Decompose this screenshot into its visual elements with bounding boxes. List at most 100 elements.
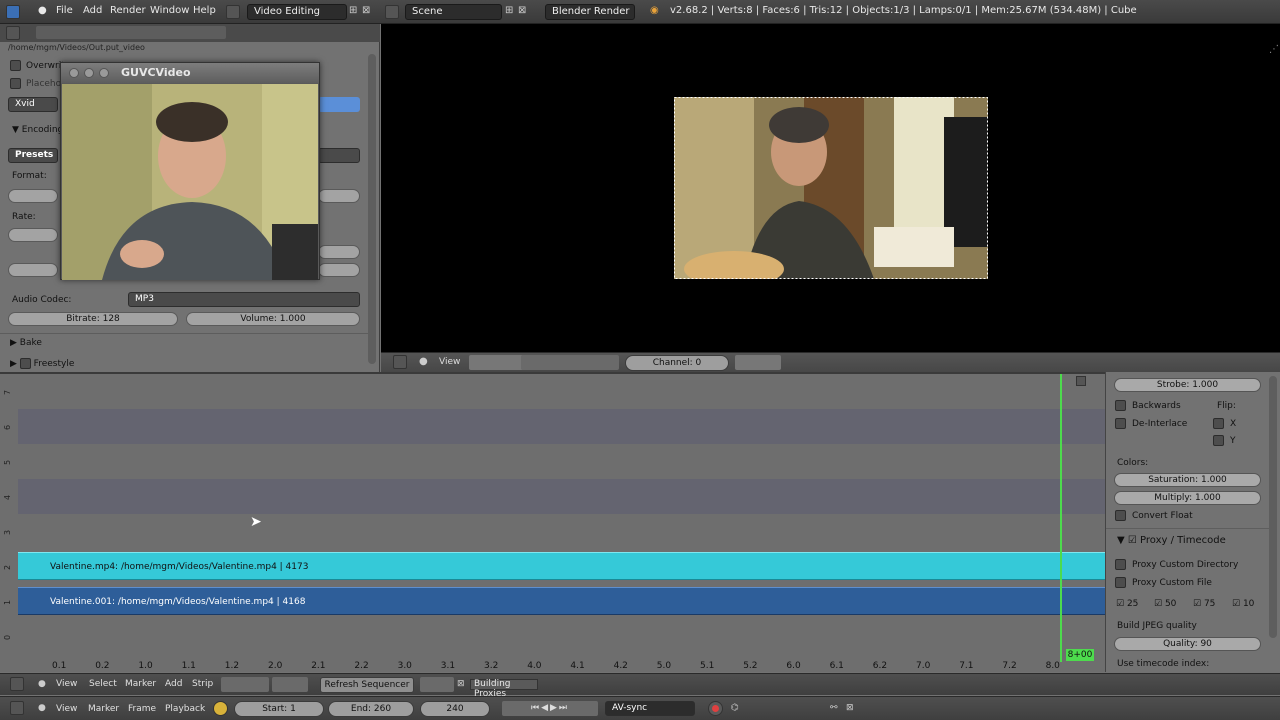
menu-window[interactable]: Window bbox=[150, 5, 189, 16]
add-layout-icon[interactable]: ⊞ bbox=[349, 5, 357, 16]
maximize-icon[interactable] bbox=[99, 68, 109, 78]
presets-button[interactable]: Presets bbox=[8, 148, 58, 163]
proxy-size-75[interactable]: ☑ 75 bbox=[1193, 599, 1215, 609]
playhead-line[interactable] bbox=[1060, 374, 1062, 662]
guvcvideo-window[interactable]: GUVCVideo bbox=[60, 62, 320, 280]
quality-field[interactable]: Quality: 90 bbox=[1114, 637, 1261, 651]
record-button[interactable] bbox=[708, 701, 723, 716]
seq-menu-view[interactable]: View bbox=[56, 679, 77, 689]
keyframe-icon[interactable]: ⌬ bbox=[731, 703, 739, 713]
view-type-buttons[interactable] bbox=[469, 355, 529, 370]
strip-valentine-001[interactable]: Valentine.001: /home/mgm/Videos/Valentin… bbox=[18, 587, 1105, 615]
proxy-size-100[interactable]: ☑ 10 bbox=[1232, 599, 1254, 609]
proxy-timecode-section[interactable]: ▼ ☑ Proxy / Timecode bbox=[1117, 535, 1226, 546]
seq-menu-marker[interactable]: Marker bbox=[125, 679, 156, 689]
view-type-buttons[interactable] bbox=[221, 677, 269, 692]
placeholders-checkbox[interactable] bbox=[10, 78, 21, 89]
format-field-right[interactable] bbox=[318, 189, 360, 203]
close-icon[interactable] bbox=[69, 68, 79, 78]
timeline-editor-icon[interactable] bbox=[10, 701, 24, 715]
sequencer-editor-icon[interactable] bbox=[10, 677, 24, 691]
rate-field-right[interactable] bbox=[318, 245, 360, 259]
menu-blender-icon[interactable]: ● bbox=[38, 5, 47, 16]
collapse-icon[interactable]: ● bbox=[38, 679, 46, 689]
cancel-job-icon[interactable]: ⊠ bbox=[457, 679, 465, 689]
clear-icon[interactable]: ⊠ bbox=[846, 703, 854, 713]
channel-field[interactable]: Channel: 0 bbox=[625, 355, 729, 371]
seq-menu-select[interactable]: Select bbox=[89, 679, 117, 689]
multiply-field[interactable]: Multiply: 1.000 bbox=[1114, 491, 1261, 505]
guvcvideo-titlebar[interactable]: GUVCVideo bbox=[61, 63, 319, 83]
properties-scrollbar[interactable] bbox=[368, 54, 376, 364]
timeline-menu-view[interactable]: View bbox=[56, 704, 77, 714]
preview-view-menu[interactable]: View bbox=[439, 357, 460, 367]
playback-controls[interactable]: ⏮◀▶⏭ bbox=[502, 701, 598, 716]
info-editor-icon[interactable] bbox=[6, 5, 20, 19]
presets-dropdown[interactable] bbox=[318, 148, 360, 163]
strip-valentine-mp4[interactable]: Valentine.mp4: /home/mgm/Videos/Valentin… bbox=[18, 552, 1105, 580]
bake-section[interactable]: ▶ Bake bbox=[10, 338, 42, 348]
seq-menu-strip[interactable]: Strip bbox=[192, 679, 213, 689]
scene-icon[interactable] bbox=[385, 5, 399, 19]
proxy-size-50[interactable]: ☑ 50 bbox=[1154, 599, 1176, 609]
corner-grip-icon[interactable]: ⋰ bbox=[1269, 44, 1279, 55]
start-frame-field[interactable]: Start: 1 bbox=[234, 701, 324, 717]
layout-grid-icon[interactable] bbox=[226, 5, 240, 19]
format-field[interactable] bbox=[8, 189, 58, 203]
render-engine-dropdown[interactable]: Blender Render bbox=[545, 4, 635, 20]
refresh-sequencer-button[interactable]: Refresh Sequencer bbox=[320, 677, 414, 693]
panel-scrollbar[interactable] bbox=[1269, 376, 1277, 638]
collapse-icon[interactable]: ● bbox=[419, 356, 428, 367]
volume-field[interactable]: Volume: 1.000 bbox=[186, 312, 360, 326]
seq-menu-add[interactable]: Add bbox=[165, 679, 182, 689]
add-scene-icon[interactable]: ⊞ bbox=[505, 5, 513, 16]
color-mode-button[interactable] bbox=[318, 97, 360, 112]
saturation-field[interactable]: Saturation: 1.000 bbox=[1114, 473, 1261, 487]
sync-mode-dropdown[interactable]: AV-sync bbox=[605, 701, 695, 716]
end-frame-field[interactable]: End: 260 bbox=[328, 701, 414, 717]
deinterlace-checkbox[interactable] bbox=[1115, 418, 1126, 429]
proxy-size-25[interactable]: ☑ 25 bbox=[1116, 599, 1138, 609]
properties-editor-icon[interactable] bbox=[6, 26, 20, 40]
menu-file[interactable]: File bbox=[56, 5, 73, 16]
clip-icons[interactable] bbox=[420, 677, 454, 692]
bitrate-field[interactable]: Bitrate: 128 bbox=[8, 312, 178, 326]
format-dropdown[interactable]: Xvid bbox=[8, 97, 58, 112]
proxy-custom-dir-checkbox[interactable] bbox=[1115, 559, 1126, 570]
menu-add[interactable]: Add bbox=[83, 5, 102, 16]
collapse-icon[interactable]: ● bbox=[38, 703, 46, 713]
encoding-section-title[interactable]: ▼ Encoding bbox=[12, 125, 63, 135]
menu-help[interactable]: Help bbox=[193, 5, 216, 16]
proxy-custom-file-checkbox[interactable] bbox=[1115, 577, 1126, 588]
remove-scene-icon[interactable]: ⊠ bbox=[518, 5, 526, 16]
flip-x-checkbox[interactable] bbox=[1213, 418, 1224, 429]
scope-buttons[interactable] bbox=[735, 355, 781, 370]
flip-y-checkbox[interactable] bbox=[1213, 435, 1224, 446]
audio-codec-dropdown[interactable]: MP3 bbox=[128, 292, 360, 307]
strobe-field[interactable]: Strobe: 1.000 bbox=[1114, 378, 1261, 392]
rate-field-right-2[interactable] bbox=[318, 263, 360, 277]
overlay-buttons[interactable] bbox=[272, 677, 308, 692]
output-path[interactable]: /home/mgm/Videos/Out.put_video bbox=[8, 43, 145, 52]
overwrite-checkbox[interactable] bbox=[10, 60, 21, 71]
rate-field-2[interactable] bbox=[8, 263, 58, 277]
screen-layout-field[interactable]: Video Editing bbox=[247, 4, 347, 20]
current-frame-field[interactable]: 240 bbox=[420, 701, 490, 717]
convert-float-checkbox[interactable] bbox=[1115, 510, 1126, 521]
display-mode-buttons[interactable] bbox=[521, 355, 619, 370]
remove-layout-icon[interactable]: ⊠ bbox=[362, 5, 370, 16]
timeline-menu-frame[interactable]: Frame bbox=[128, 704, 156, 714]
keying-icon[interactable] bbox=[213, 701, 228, 716]
freestyle-checkbox[interactable] bbox=[19, 358, 31, 369]
freestyle-section[interactable]: ▶ Freestyle bbox=[10, 358, 74, 369]
timeline-menu-marker[interactable]: Marker bbox=[88, 704, 119, 714]
minimize-icon[interactable] bbox=[84, 68, 94, 78]
scene-field[interactable]: Scene bbox=[405, 4, 502, 20]
rate-field[interactable] bbox=[8, 228, 58, 242]
sequencer-editor-icon[interactable] bbox=[393, 355, 407, 369]
menu-render[interactable]: Render bbox=[110, 5, 146, 16]
sequencer-timeline[interactable]: Valentine.mp4: /home/mgm/Videos/Valentin… bbox=[0, 372, 1105, 672]
timeline-menu-playback[interactable]: Playback bbox=[165, 704, 205, 714]
properties-toggle-icon[interactable] bbox=[1076, 376, 1086, 386]
link-icon[interactable]: ⚯ bbox=[830, 703, 838, 713]
